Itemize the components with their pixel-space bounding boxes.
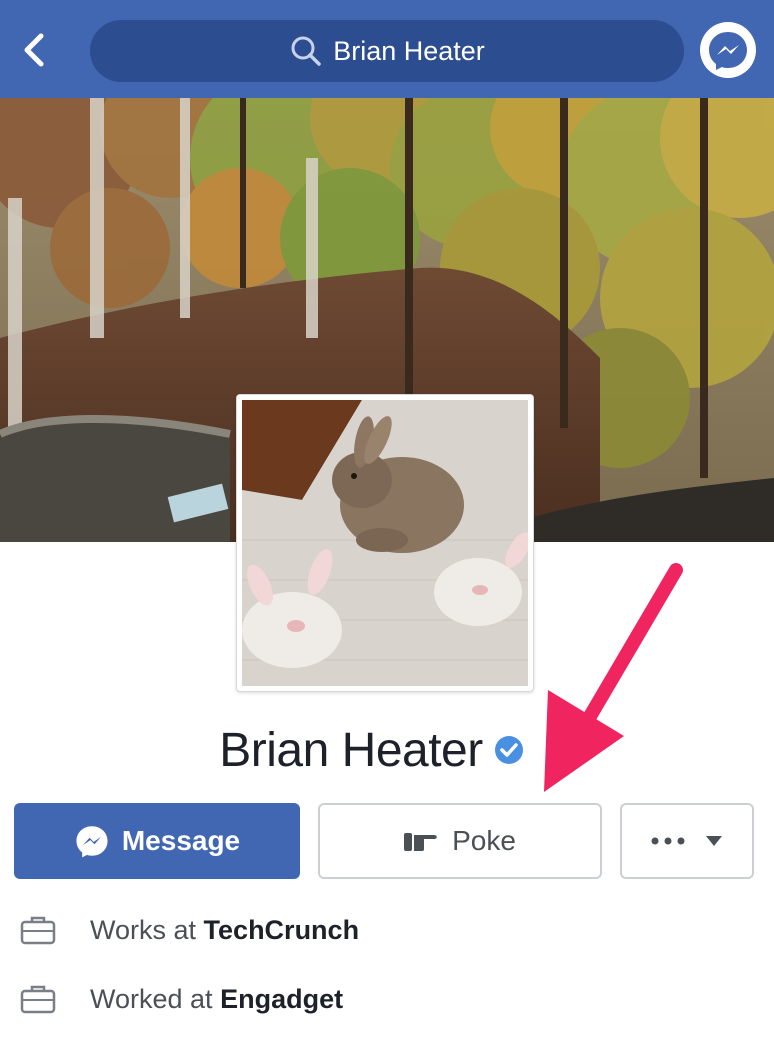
chevron-down-icon [706, 836, 722, 846]
profile-picture[interactable] [236, 394, 534, 692]
work-prefix: Works at [90, 914, 197, 945]
work-org-link[interactable]: TechCrunch [204, 915, 360, 945]
work-info-current: Works at TechCrunch [20, 910, 359, 950]
verified-badge-icon [494, 736, 523, 764]
briefcase-icon [20, 985, 56, 1014]
bunny-photo [242, 400, 528, 686]
search-icon [291, 36, 321, 66]
work-org-link[interactable]: Engadget [220, 984, 343, 1014]
poke-hand-icon [404, 833, 437, 851]
search-bar[interactable]: Brian Heater [90, 20, 684, 82]
briefcase-icon [20, 916, 56, 945]
back-button[interactable] [14, 30, 54, 70]
messenger-icon [709, 32, 747, 70]
profile-name-row: Brian Heater [0, 718, 774, 782]
search-value: Brian Heater [333, 35, 485, 66]
top-nav-bar: Brian Heater [0, 0, 774, 98]
poke-button[interactable]: Poke [318, 803, 602, 879]
more-options-button[interactable] [620, 803, 754, 879]
message-button-label: Message [121, 825, 241, 856]
work-info-past: Worked at Engadget [20, 979, 343, 1019]
messenger-button[interactable] [700, 22, 756, 78]
work-text: Works at TechCrunch [90, 915, 359, 946]
work-text: Worked at Engadget [90, 984, 343, 1015]
ellipsis-icon [651, 837, 685, 845]
profile-name: Brian Heater [219, 723, 483, 777]
back-arrow-icon [24, 33, 44, 67]
message-button[interactable]: Message [14, 803, 300, 879]
messenger-icon [76, 826, 108, 858]
work-prefix: Worked at [90, 983, 213, 1014]
poke-button-label: Poke [452, 825, 516, 856]
